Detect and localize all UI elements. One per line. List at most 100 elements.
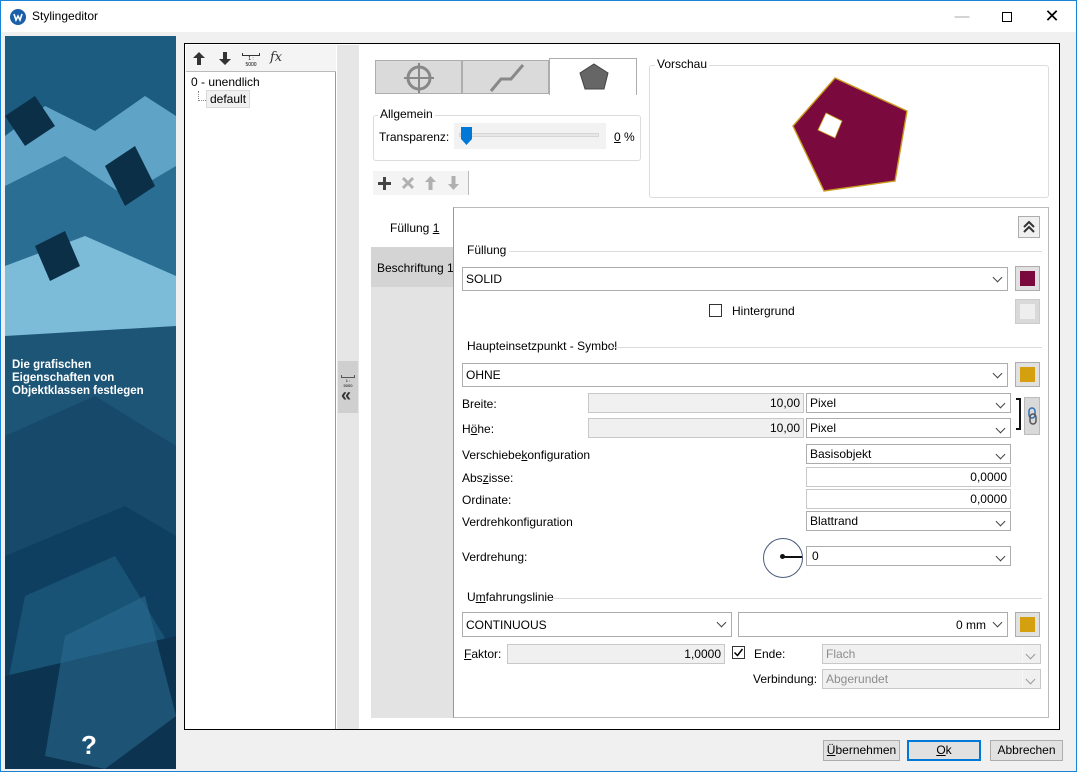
preview-canvas [792, 77, 908, 192]
slider-track [459, 133, 599, 137]
color-swatch [1020, 617, 1035, 632]
verschiebe-select[interactable]: Basisobjekt [806, 444, 1011, 464]
hoehe-unit-select[interactable]: Pixel [806, 418, 1011, 438]
ende-select[interactable]: Flach [822, 644, 1041, 664]
hoehe-input[interactable]: 10,00 [588, 418, 804, 438]
link-aspect-button[interactable] [1024, 397, 1040, 435]
fill-color-button[interactable] [1015, 266, 1040, 291]
ok-button[interactable]: Ok [907, 740, 981, 761]
tree-item-label: default [210, 92, 247, 106]
line-width-select[interactable]: 0 mm [738, 612, 1008, 637]
ende-label: Ende: [754, 647, 786, 661]
close-icon: ✕ [1044, 6, 1060, 26]
window-title: Stylingeditor [32, 9, 99, 23]
verdrehung-select[interactable]: 0 [806, 546, 1011, 566]
color-swatch [1020, 367, 1035, 382]
chevron-down-icon [1022, 670, 1040, 688]
chevron-down-icon [992, 419, 1010, 437]
maximize-button[interactable] [984, 1, 1030, 32]
tab-strip-background [371, 287, 454, 718]
abszisse-input[interactable]: 0,0000 [806, 467, 1011, 487]
faktor-input[interactable]: 1,0000 [507, 644, 725, 664]
move-up-icon[interactable] [192, 51, 206, 66]
polygon-icon [579, 63, 609, 90]
line-type-select[interactable]: CONTINUOUS [462, 612, 732, 637]
ende-checkbox[interactable] [732, 646, 745, 659]
verdrehung-label: Verdrehung: [462, 550, 528, 564]
slider-thumb[interactable] [461, 127, 472, 145]
breite-unit-select[interactable]: Pixel [806, 393, 1011, 413]
ordinate-label: Ordinate: [462, 493, 512, 507]
line-color-button[interactable] [1015, 612, 1040, 637]
chevron-down-icon [989, 364, 1007, 386]
delete-icon[interactable] [401, 176, 415, 190]
transparency-slider[interactable] [454, 123, 606, 149]
rotation-dial[interactable] [763, 538, 803, 578]
transparency-label: Transparenz: [379, 130, 450, 144]
close-button[interactable]: ✕ [1029, 1, 1075, 32]
preview-polygon [792, 77, 908, 192]
cancel-button[interactable]: Abbrechen [990, 740, 1063, 761]
layer-toolbar [373, 171, 469, 195]
breite-input[interactable]: 10,00 [588, 393, 804, 413]
hintergrund-checkbox[interactable] [709, 304, 722, 317]
breite-label: Breite: [462, 397, 497, 411]
fuellung-section-title: Füllung [467, 243, 507, 257]
tree-panel: 1 : 5000 fx 0 - unendlich default [186, 45, 336, 729]
checkmark-icon [733, 648, 744, 657]
background-color-button[interactable] [1015, 299, 1040, 324]
transparency-value: 0 % [614, 130, 635, 144]
ordinate-input[interactable]: 0,0000 [806, 489, 1011, 509]
verbindung-label: Verbindung: [753, 672, 818, 686]
geometry-tab-polygon[interactable] [549, 58, 637, 95]
symbol-type-select[interactable]: OHNE [462, 363, 1008, 387]
aspect-bracket [1016, 398, 1021, 430]
dial-needle [782, 556, 802, 558]
move-down-icon[interactable] [218, 51, 232, 66]
verdreh-select[interactable]: Blattrand [806, 511, 1011, 531]
geometry-tab-line[interactable] [462, 60, 549, 94]
allgemein-title: Allgemein [378, 107, 435, 121]
move-up-icon[interactable] [424, 175, 437, 191]
chevron-down-icon [713, 613, 731, 636]
sidebar-description: Die grafischen Eigenschaften von Objektk… [12, 359, 144, 397]
move-down-icon[interactable] [447, 175, 460, 191]
double-chevron-up-icon [1023, 220, 1035, 233]
verschiebe-label: Verschiebekonfiguration [462, 448, 591, 462]
chevron-down-icon [992, 547, 1010, 565]
collapse-all-button[interactable] [1018, 216, 1040, 238]
chevron-down-icon [992, 445, 1010, 463]
disabled-swatch-icon [1020, 304, 1035, 319]
chevron-down-icon [992, 512, 1010, 530]
hintergrund-label: Hintergrund [732, 304, 795, 318]
color-swatch [1020, 271, 1035, 286]
title-bar: Stylingeditor — ✕ [1, 1, 1076, 32]
point-icon [404, 63, 434, 93]
tree-root-label[interactable]: 0 - unendlich [191, 75, 260, 89]
minimize-button[interactable]: — [939, 1, 985, 32]
chain-link-icon [1028, 407, 1037, 425]
faktor-label: Faktor: [464, 647, 502, 661]
verbindung-select[interactable]: Abgerundet [822, 669, 1041, 689]
apply-button[interactable]: Übernehmen [823, 740, 900, 761]
chevron-down-icon [989, 268, 1007, 290]
tab-label: Füllung 1 [390, 221, 440, 235]
tab-label: Beschriftung 1 [377, 261, 454, 275]
abszisse-label: Abszisse: [462, 471, 514, 485]
scale-icon[interactable]: 1 : 5000 [242, 53, 260, 68]
symbol-color-button[interactable] [1015, 362, 1040, 387]
fill-type-select[interactable]: SOLID [462, 267, 1008, 291]
symbol-section-title: Haupteinsetzpunkt - Symbol [467, 339, 618, 353]
tab-fuellung-1[interactable]: Füllung 1 [371, 207, 454, 247]
landscape-image [5, 36, 176, 769]
geometry-tab-point[interactable] [375, 60, 462, 94]
collapse-button[interactable]: 1 : 5000 « [338, 361, 358, 413]
formula-icon[interactable]: fx [270, 50, 282, 65]
tree-item-default[interactable]: default [206, 90, 251, 108]
add-icon[interactable] [377, 176, 392, 191]
chevron-down-icon [989, 613, 1007, 636]
maximize-icon [1002, 12, 1012, 23]
help-icon[interactable]: ? [81, 730, 97, 761]
double-chevron-left-icon: « [341, 385, 352, 405]
tab-beschriftung-1[interactable]: Beschriftung 1 [371, 247, 454, 287]
